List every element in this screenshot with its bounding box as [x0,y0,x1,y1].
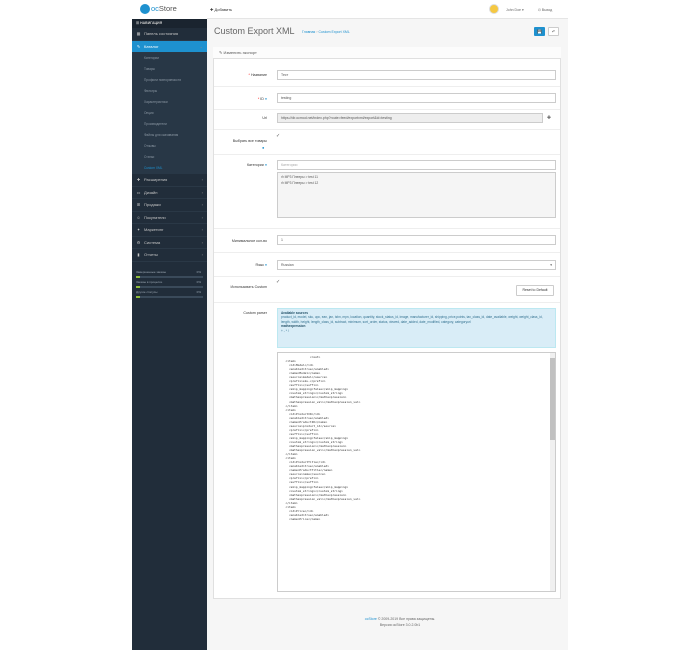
logout-button[interactable]: ⏻ Выход [538,8,552,12]
help-icon: ● [264,97,267,101]
help-icon: ● [262,145,265,150]
sidebar-subitem[interactable]: Отзывы [132,141,207,152]
user-menu[interactable]: John Doe ▾ [506,8,524,12]
sidebar-subitem[interactable]: Опции [132,108,207,119]
help-icon: ● [264,263,267,267]
gear-icon: ⚙ [136,239,141,245]
order-stats: Завершенные заказы 0% Заказы в процессе 0% Д… [136,270,203,298]
scrollbar-thumb[interactable] [550,358,555,440]
logo-icon [140,4,150,14]
chevron-right-icon: › [201,227,203,232]
chevron-right-icon: › [201,202,203,207]
chevron-right-icon: › [201,189,203,195]
save-button[interactable]: 💾 [534,27,545,36]
nav-title: ☰ НАВИГАЦИЯ [132,19,207,28]
page-title: Custom Export XML [214,26,295,36]
custom-parser-label: Custom parser [243,311,267,315]
chevron-down-icon: ⌄ [199,43,203,49]
logo[interactable]: ocStore [151,4,177,13]
order-stat: Заказы в процессе 0% [136,280,203,288]
version-text: Версия ocStore 3.0.2.0b1 [379,622,421,627]
breadcrumb: Главная › Custom Export XML [302,30,350,34]
divider [214,276,560,277]
divider [214,252,560,253]
all-products-label: Выбрать все товары [232,139,267,143]
divider [214,109,560,110]
back-button[interactable]: ↶ [548,27,559,36]
sidebar-subitem[interactable]: Custom XML [132,163,207,174]
min-qty-field[interactable]: 1 [277,235,556,245]
chevron-right-icon: › [201,214,203,220]
panel-title: ✎ Изменить экспорт [213,47,561,59]
breadcrumb-current[interactable]: Custom Export XML [318,30,349,34]
chevron-right-icon: › [201,252,203,257]
sidebar-item-design[interactable]: ▭ Дизайн › [132,187,207,199]
sidebar-item-catalog[interactable]: ✎ Каталог ⌄ [132,40,207,53]
sidebar-item-system[interactable]: ⚙ Система › [132,237,207,249]
progress-bar [136,286,203,288]
id-field[interactable]: testing [277,93,556,103]
use-custom-checkbox[interactable]: ✓ [276,279,280,285]
min-qty-label: Минимальное кол-во [231,239,267,243]
progress-bar [136,276,203,278]
reset-default-button[interactable]: Reset to Default [516,285,554,296]
chevron-down-icon: ▾ [550,263,552,267]
language-select[interactable]: Russian ▾ [277,260,556,270]
chart-icon: ▮ [137,252,140,257]
order-stat: Другие статусы 0% [136,290,203,298]
sidebar-subitem[interactable]: Характеристики [132,97,207,108]
share-icon: ✦ [136,227,141,232]
sidebar-item-marketing[interactable]: ✦ Маркетинг › [132,224,207,237]
name-field[interactable]: Тест [277,70,556,80]
sidebar-item-customers[interactable]: ☺ Покупатели › [132,212,207,224]
desktop-icon: ▭ [136,189,141,195]
name-label: * Название [248,73,267,77]
plus-icon[interactable]: ✚ [543,113,555,123]
category-item[interactable]: ⊖ MP3 Плееры > test 12 [281,181,552,187]
available-sources-info: Available sources product_id, model, sku… [277,308,556,348]
tag-icon: ✎ [136,43,141,49]
avatar[interactable] [489,4,499,14]
divider [214,86,560,87]
puzzle-icon: ✚ [136,177,141,182]
divider [214,154,560,155]
sidebar-subitem[interactable]: Файлы для скачивания [132,130,207,141]
language-label: Язык ● [255,263,267,267]
sidebar-item-dashboard[interactable]: ▦ Панель состояния [132,28,207,41]
divider [214,228,560,229]
url-label: Url [262,116,267,120]
footer: ocStore © 2009-2019 Все права защищены. … [364,617,436,627]
categories-input[interactable]: Категории [277,160,556,170]
chevron-right-icon: › [201,177,203,182]
url-field[interactable]: https://dir.ocmod.net/index.php?route=fe… [277,113,543,123]
sidebar-subitem[interactable]: Статьи [132,152,207,163]
sidebar-subitem[interactable]: Фильтры [132,86,207,97]
sidebar-subitem[interactable]: Категории [132,53,207,64]
all-products-checkbox[interactable]: ✓ [276,133,280,139]
custom-xml-editor[interactable]: <root> <item> <id>Model</id> <enabled>tr… [277,352,556,592]
divider [214,129,560,130]
categories-label: Категории ● [246,163,267,167]
progress-bar [136,296,203,298]
id-label: * ID ● [257,97,267,101]
divider [214,302,560,303]
help-icon: ● [264,163,267,167]
sidebar-item-reports[interactable]: ▮ Отчеты › [132,249,207,262]
footer-brand-link[interactable]: ocStore [365,617,377,621]
use-custom-label: Использовать Custom [230,285,267,289]
sidebar-subitem[interactable]: Товары [132,64,207,75]
sidebar-item-extensions[interactable]: ✚ Расширения › [132,174,207,187]
categories-list: ⊖ MP3 Плееры > test 11 ⊖ MP3 Плееры > tes… [277,172,556,218]
sidebar-subitem[interactable]: Профили повторяемости [132,75,207,86]
sidebar: ☰ НАВИГАЦИЯ ▦ Панель состояния ✎ Каталог ⌄ … [132,19,207,650]
dashboard-icon: ▦ [136,31,141,36]
user-icon: ☺ [136,214,141,220]
order-stat: Завершенные заказы 0% [136,270,203,278]
sidebar-item-sales[interactable]: ⊞ Продажи › [132,199,207,212]
breadcrumb-home[interactable]: Главная [302,30,315,34]
sidebar-subitem[interactable]: Производители [132,119,207,130]
chevron-right-icon: › [201,239,203,245]
add-button[interactable]: ✚ Добавить [210,7,232,12]
cart-icon: ⊞ [136,202,141,207]
